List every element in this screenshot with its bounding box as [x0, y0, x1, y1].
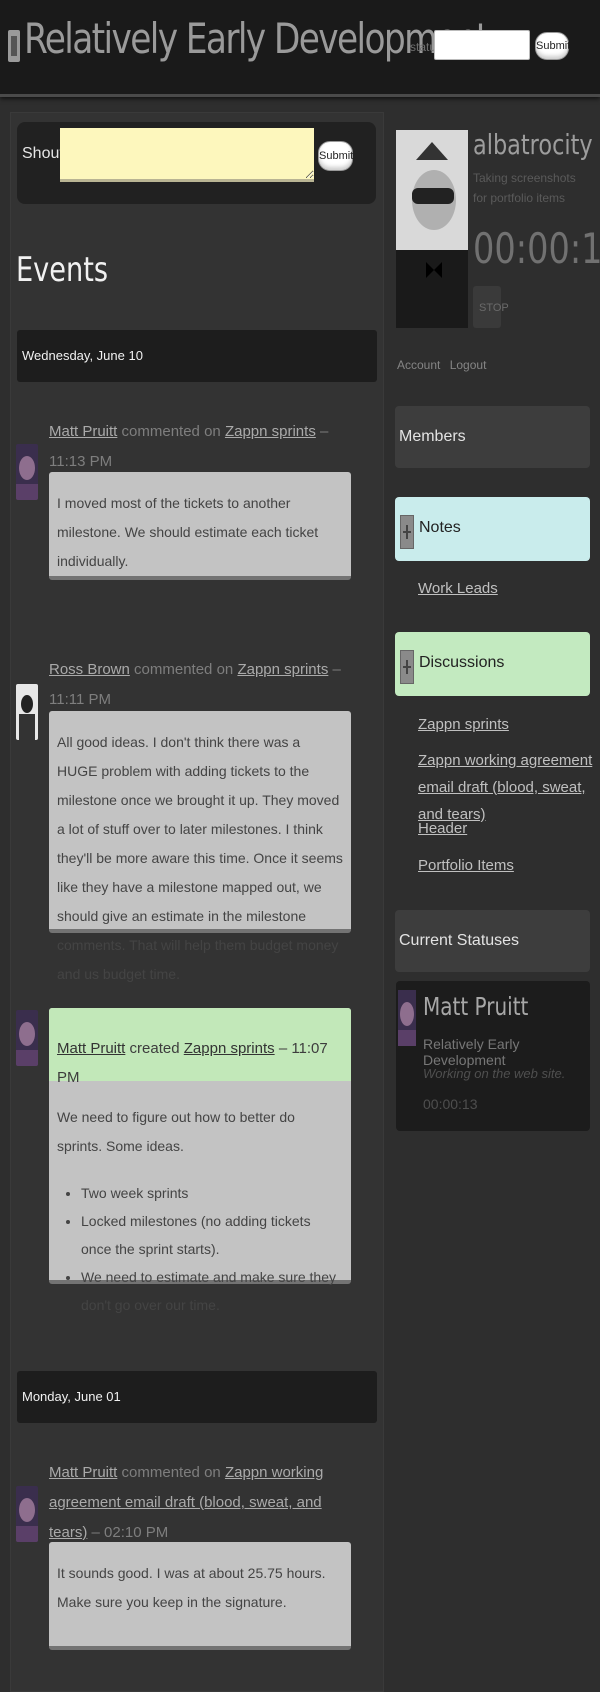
members-title: Members [399, 428, 466, 445]
status-user-name[interactable]: Matt Pruitt [423, 992, 528, 1021]
created-card: Matt Pruitt created Zappn sprints – 11:0… [49, 1008, 351, 1313]
event-header: Ross Brown commented on Zappn sprints – … [49, 655, 349, 715]
date-header: Wednesday, June 10 [17, 330, 377, 382]
date-label: Monday, June 01 [22, 1389, 121, 1404]
created-text: We need to figure out how to better do s… [57, 1109, 295, 1154]
comment-text: I moved most of the tickets to another m… [57, 495, 319, 569]
events-title: Events [16, 250, 109, 290]
shout-submit-button[interactable]: Submit [318, 141, 353, 171]
account-link[interactable]: Account [397, 358, 440, 372]
status-project[interactable]: Relatively Early Development [423, 1036, 600, 1068]
avatar[interactable] [16, 1486, 38, 1542]
event-time: – 02:10 PM [91, 1524, 169, 1541]
shout-input[interactable] [60, 128, 314, 182]
status-message: Working on the web site. [423, 1066, 566, 1081]
statuses-title: Current Statuses [399, 932, 520, 949]
user-link[interactable]: Matt Pruitt [49, 423, 117, 440]
top-bar: Relatively Early Development status: Sub… [0, 0, 600, 97]
status-submit-button[interactable]: Submit [535, 32, 570, 60]
profile-status: Taking screenshots for portfolio items [473, 171, 576, 205]
list-item: We need to estimate and make sure they d… [81, 1263, 343, 1319]
discussion-link[interactable]: Zappn sprints [225, 423, 316, 440]
stop-button[interactable]: STOP [473, 286, 509, 328]
account-links: Account Logout [397, 358, 492, 372]
event-verb: commented on [134, 661, 234, 678]
comment-text: All good ideas. I don't think there was … [57, 734, 343, 982]
logo-icon [8, 30, 20, 62]
avatar[interactable] [398, 990, 416, 1046]
discussion-link[interactable]: Zappn sprints [184, 1040, 275, 1057]
status-input[interactable] [434, 30, 530, 60]
event-header: Matt Pruitt commented on Zappn working a… [49, 1458, 349, 1548]
members-panel-header[interactable]: Members [395, 406, 590, 468]
comment-text: It sounds good. I was at about 25.75 hou… [57, 1565, 326, 1610]
comment-card: All good ideas. I don't think there was … [49, 711, 351, 982]
idea-list: Two week sprints Locked milestones (no a… [57, 1179, 343, 1319]
list-item: Two week sprints [81, 1179, 343, 1207]
user-link[interactable]: Matt Pruitt [57, 1040, 125, 1057]
user-link[interactable]: Matt Pruitt [49, 1464, 117, 1481]
shout-label: Shout [22, 145, 64, 162]
event-header: Matt Pruitt commented on Zappn sprints –… [49, 417, 349, 477]
list-item: Locked milestones (no adding tickets onc… [81, 1207, 343, 1263]
note-link[interactable]: Work Leads [418, 575, 593, 602]
discussions-title: Discussions [419, 654, 505, 671]
discussion-link[interactable]: Portfolio Items [418, 852, 593, 879]
created-body: We need to figure out how to better do s… [49, 1081, 351, 1337]
profile-photo[interactable] [396, 130, 468, 328]
logout-link[interactable]: Logout [450, 358, 487, 372]
plus-icon[interactable] [400, 515, 414, 549]
profile-name[interactable]: albatrocity [473, 128, 593, 161]
event-verb: created [129, 1040, 180, 1057]
discussion-link[interactable]: Header [418, 815, 593, 842]
event-verb: commented on [121, 423, 221, 440]
discussions-panel-header[interactable]: Discussions [395, 632, 590, 696]
status-time: 00:00:13 [423, 1096, 478, 1112]
discussion-link[interactable]: Zappn sprints [418, 711, 593, 738]
avatar[interactable] [16, 444, 38, 500]
created-header: Matt Pruitt created Zappn sprints – 11:0… [49, 1008, 351, 1086]
notes-title: Notes [419, 519, 461, 536]
avatar[interactable] [16, 1010, 38, 1066]
discussion-link[interactable]: Zappn sprints [237, 661, 328, 678]
notes-panel-header[interactable]: Notes [395, 497, 590, 561]
avatar[interactable] [16, 684, 38, 740]
statuses-panel-header[interactable]: Current Statuses [395, 910, 590, 972]
site-title[interactable]: Relatively Early Development [24, 14, 489, 63]
event-verb: commented on [121, 1464, 221, 1481]
comment-card: I moved most of the tickets to another m… [49, 472, 351, 580]
date-label: Wednesday, June 10 [22, 348, 143, 363]
profile-timer: 00:00:16 [473, 224, 600, 273]
date-header: Monday, June 01 [17, 1371, 377, 1423]
plus-icon[interactable] [400, 650, 414, 684]
user-link[interactable]: Ross Brown [49, 661, 130, 678]
comment-card: It sounds good. I was at about 25.75 hou… [49, 1542, 351, 1650]
